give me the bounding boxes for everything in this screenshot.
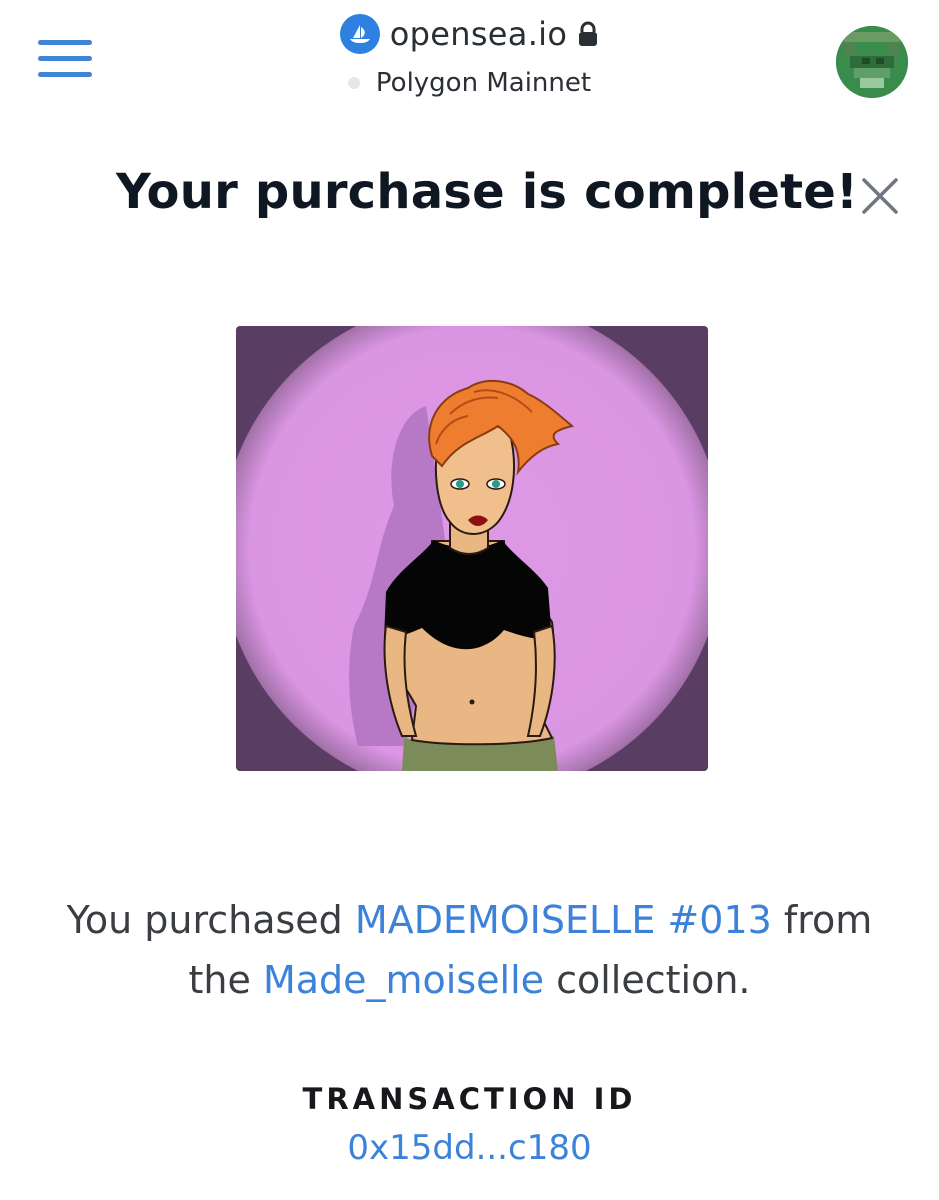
close-icon[interactable] <box>860 176 900 216</box>
top-bar: opensea.io Polygon Mainnet <box>0 0 939 110</box>
site-domain: opensea.io <box>389 15 568 53</box>
nft-item-link[interactable]: MADEMOISELLE #013 <box>355 898 772 942</box>
network-name: Polygon Mainnet <box>375 68 592 98</box>
lock-icon <box>579 21 598 46</box>
network-row: Polygon Mainnet <box>347 68 592 98</box>
message-text: the <box>188 958 251 1002</box>
user-avatar[interactable] <box>836 26 908 98</box>
nft-image <box>236 326 708 771</box>
modal-header: Your purchase is complete! <box>0 160 939 230</box>
opensea-logo-icon <box>339 14 380 54</box>
message-text: You purchased <box>66 898 343 942</box>
message-text: from <box>783 898 873 942</box>
transaction-id-label: TRANSACTION ID <box>302 1082 637 1116</box>
site-url-bar: opensea.io <box>0 14 939 54</box>
transaction-id-link[interactable]: 0x15dd...c180 <box>0 1128 939 1168</box>
collection-link[interactable]: Made_moiselle <box>263 958 544 1002</box>
modal-title: Your purchase is complete! <box>116 164 859 220</box>
site-row: opensea.io <box>339 14 599 54</box>
network-status-dot <box>347 77 360 89</box>
network-indicator: Polygon Mainnet <box>0 68 939 98</box>
menu-bar <box>38 56 92 61</box>
message-text: collection. <box>556 958 751 1002</box>
purchase-message: You purchased MADEMOISELLE #013 from the… <box>0 890 939 1010</box>
